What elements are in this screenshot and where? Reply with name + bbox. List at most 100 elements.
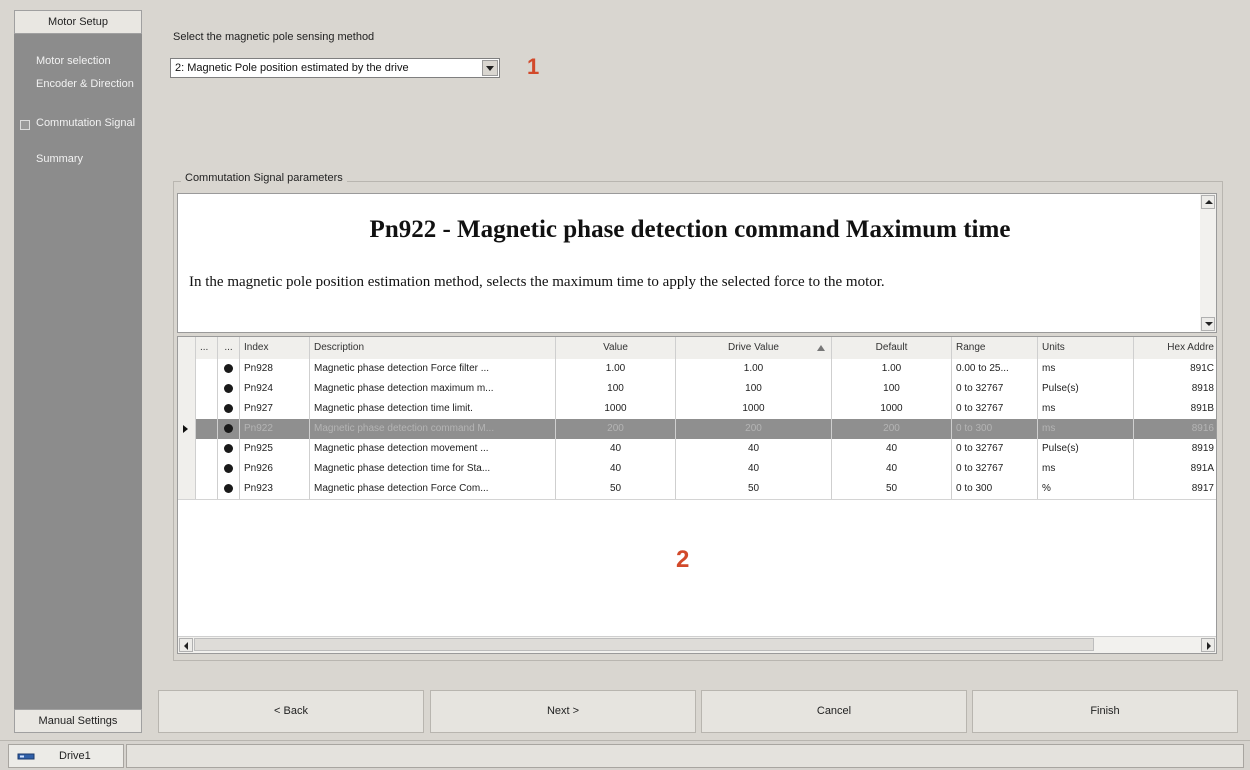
table-row[interactable]: Pn926 Magnetic phase detection time for S… <box>178 459 1216 480</box>
header-col-b[interactable]: ... <box>218 337 240 359</box>
parameter-status-icon <box>224 383 233 393</box>
cell-value[interactable]: 100 <box>556 379 676 399</box>
parameter-status-icon <box>224 443 233 453</box>
cell-status <box>218 419 240 439</box>
header-index[interactable]: Index <box>240 337 310 359</box>
scroll-thumb[interactable] <box>194 638 1094 651</box>
cell-description: Magnetic phase detection time limit. <box>310 399 556 419</box>
sidebar-item-summary[interactable]: Summary <box>36 153 140 165</box>
scroll-left-button[interactable] <box>179 638 193 652</box>
header-drive-value-label: Drive Value <box>728 342 779 353</box>
table-row[interactable]: Pn928 Magnetic phase detection Force filt… <box>178 359 1216 380</box>
scroll-up-button[interactable] <box>1201 195 1215 209</box>
header-col-a[interactable]: ... <box>196 337 218 359</box>
cell-status <box>218 359 240 379</box>
cell-range: 0 to 32767 <box>952 399 1038 419</box>
header-hex-address[interactable]: Hex Addre <box>1134 337 1216 359</box>
next-button[interactable]: Next > <box>430 690 696 733</box>
wizard-sidebar: Motor Setup Motor selection Encoder & Di… <box>14 10 142 733</box>
cell-units: Pulse(s) <box>1038 379 1134 399</box>
cell-hex-address: 8919 <box>1191 443 1214 454</box>
sidebar-item-encoder-direction[interactable]: Encoder & Direction <box>36 78 140 90</box>
method-select-value: 2: Magnetic Pole position estimated by t… <box>175 62 409 74</box>
method-select[interactable]: 2: Magnetic Pole position estimated by t… <box>170 58 500 78</box>
back-button[interactable]: < Back <box>158 690 424 733</box>
cell-flag <box>196 359 218 379</box>
cell-range: 0 to 300 <box>952 419 1038 439</box>
cell-default: 100 <box>832 379 952 399</box>
current-step-marker <box>20 120 30 130</box>
table-row[interactable]: Pn927 Magnetic phase detection time limit… <box>178 399 1216 420</box>
header-range[interactable]: Range <box>952 337 1038 359</box>
cell-drive-value: 1000 <box>676 399 832 419</box>
header-drive-value[interactable]: Drive Value <box>676 337 832 359</box>
cell-index: Pn928 <box>240 359 310 379</box>
table-row[interactable]: Pn922 Magnetic phase detection command M.… <box>178 419 1216 440</box>
cell-index: Pn926 <box>240 459 310 479</box>
cell-status <box>218 439 240 459</box>
cell-description: Magnetic phase detection maximum m... <box>310 379 556 399</box>
help-vertical-scrollbar[interactable] <box>1200 194 1216 332</box>
callout-number-2: 2 <box>676 546 690 573</box>
cell-value[interactable]: 1.00 <box>556 359 676 379</box>
row-selector[interactable] <box>178 439 196 459</box>
cell-flag <box>196 479 218 499</box>
row-selector[interactable] <box>178 479 196 499</box>
cell-default: 1000 <box>832 399 952 419</box>
sidebar-item-motor-selection[interactable]: Motor selection <box>36 55 140 67</box>
cell-drive-value: 1.00 <box>676 359 832 379</box>
header-description[interactable]: Description <box>310 337 556 359</box>
manual-settings-button[interactable]: Manual Settings <box>14 709 142 733</box>
header-default[interactable]: Default <box>832 337 952 359</box>
cell-value[interactable]: 200 <box>556 419 676 439</box>
table-row[interactable]: Pn924 Magnetic phase detection maximum m.… <box>178 379 1216 400</box>
row-selector[interactable] <box>178 459 196 479</box>
cell-units: ms <box>1038 399 1134 419</box>
cell-description: Magnetic phase detection movement ... <box>310 439 556 459</box>
cancel-button[interactable]: Cancel <box>701 690 967 733</box>
cell-value[interactable]: 40 <box>556 459 676 479</box>
cell-units: Pulse(s) <box>1038 439 1134 459</box>
cell-flag <box>196 459 218 479</box>
sidebar-header[interactable]: Motor Setup <box>14 10 142 34</box>
header-units[interactable]: Units <box>1038 337 1134 359</box>
current-row-icon <box>183 425 188 433</box>
parameter-status-icon <box>224 423 233 433</box>
callout-number-1: 1 <box>527 54 540 79</box>
row-selector[interactable] <box>178 379 196 399</box>
header-value[interactable]: Value <box>556 337 676 359</box>
scroll-down-button[interactable] <box>1201 317 1215 331</box>
group-title: Commutation Signal parameters <box>181 172 347 184</box>
row-selector[interactable] <box>178 419 196 439</box>
cell-flag <box>196 439 218 459</box>
cell-drive-value: 40 <box>676 459 832 479</box>
cell-default: 40 <box>832 459 952 479</box>
cell-default: 40 <box>832 439 952 459</box>
cell-value[interactable]: 1000 <box>556 399 676 419</box>
parameter-status-icon <box>224 403 233 413</box>
cell-value[interactable]: 40 <box>556 439 676 459</box>
cell-hex-address: 8918 <box>1191 383 1214 394</box>
grid-horizontal-scrollbar[interactable] <box>178 636 1216 653</box>
dropdown-button[interactable] <box>482 60 498 76</box>
finish-button[interactable]: Finish <box>972 690 1238 733</box>
cell-description: Magnetic phase detection command M... <box>310 419 556 439</box>
table-row[interactable]: Pn923 Magnetic phase detection Force Com.… <box>178 479 1216 500</box>
parameter-status-icon <box>224 363 233 373</box>
row-selector[interactable] <box>178 399 196 419</box>
scroll-right-button[interactable] <box>1201 638 1215 652</box>
table-row[interactable]: Pn925 Magnetic phase detection movement .… <box>178 439 1216 460</box>
parameter-status-icon <box>224 483 233 493</box>
row-selector[interactable] <box>178 359 196 379</box>
cell-range: 0 to 32767 <box>952 439 1038 459</box>
sidebar-item-commutation-signal[interactable]: Commutation Signal <box>36 117 140 129</box>
help-text: In the magnetic pole position estimation… <box>189 274 885 290</box>
cell-drive-value: 100 <box>676 379 832 399</box>
grid-header: ... ... Index Description Value Drive Va… <box>178 337 1216 360</box>
cell-status <box>218 479 240 499</box>
drive-tab[interactable]: Drive1 <box>8 744 124 768</box>
cell-value[interactable]: 50 <box>556 479 676 499</box>
drive-icon <box>17 753 35 760</box>
cell-status <box>218 379 240 399</box>
arrow-down-icon <box>1205 322 1213 326</box>
